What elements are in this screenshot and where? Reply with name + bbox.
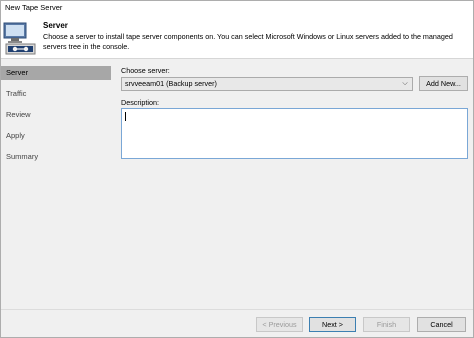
server-select[interactable]: srvveeam01 (Backup server) ⌵: [121, 77, 413, 91]
sidebar-item-traffic[interactable]: Traffic: [1, 87, 111, 101]
description-label: Description:: [121, 98, 159, 107]
window-title: New Tape Server: [1, 1, 473, 17]
sidebar-item-apply[interactable]: Apply: [1, 129, 111, 143]
text-caret: [125, 112, 126, 121]
new-tape-server-dialog: New Tape Server Server Choose a server t…: [0, 0, 474, 338]
page-description: Choose a server to install tape server c…: [43, 32, 453, 51]
choose-server-label: Choose server:: [121, 66, 170, 75]
wizard-content: Choose server: srvveeam01 (Backup server…: [114, 59, 473, 309]
sidebar-item-summary[interactable]: Summary: [1, 150, 111, 164]
sidebar-item-review[interactable]: Review: [1, 108, 111, 122]
wizard-steps-sidebar: Server Traffic Review Apply Summary: [1, 59, 113, 309]
previous-button[interactable]: < Previous: [256, 317, 303, 332]
finish-button[interactable]: Finish: [363, 317, 410, 332]
server-select-value: srvveeam01 (Backup server): [125, 79, 217, 88]
chevron-down-icon[interactable]: ⌵: [401, 78, 409, 90]
sidebar-item-server[interactable]: Server: [1, 66, 111, 80]
footer-divider: [1, 309, 473, 310]
next-button[interactable]: Next >: [309, 317, 356, 332]
page-title: Server: [43, 21, 68, 30]
description-field[interactable]: [121, 108, 468, 159]
wizard-header: Server Choose a server to install tape s…: [1, 17, 473, 59]
add-new-button[interactable]: Add New...: [419, 76, 468, 91]
cancel-button[interactable]: Cancel: [417, 317, 466, 332]
tape-server-icon: [3, 21, 37, 55]
